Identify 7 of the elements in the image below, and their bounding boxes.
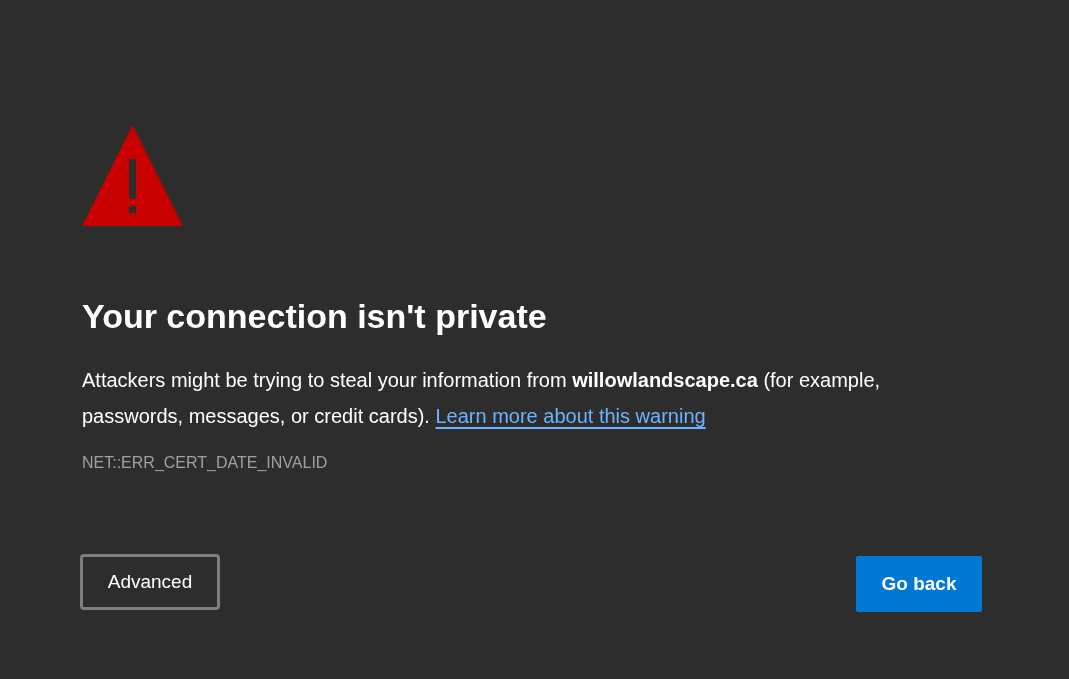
error-code: NET::ERR_CERT_DATE_INVALID xyxy=(82,453,329,473)
warning-description: Attackers might be trying to steal your information from willowlandscape.ca (for example, passwords, messages, or credit cards). Learn more about this warning xyxy=(82,368,882,429)
page-heading: Your connection isn't private xyxy=(82,296,548,337)
advanced-button[interactable]: Advanced xyxy=(80,554,220,610)
warning-icon xyxy=(82,125,183,226)
learn-more-link[interactable]: Learn more about this warning xyxy=(435,405,706,427)
go-back-button[interactable]: Go back xyxy=(856,556,982,612)
